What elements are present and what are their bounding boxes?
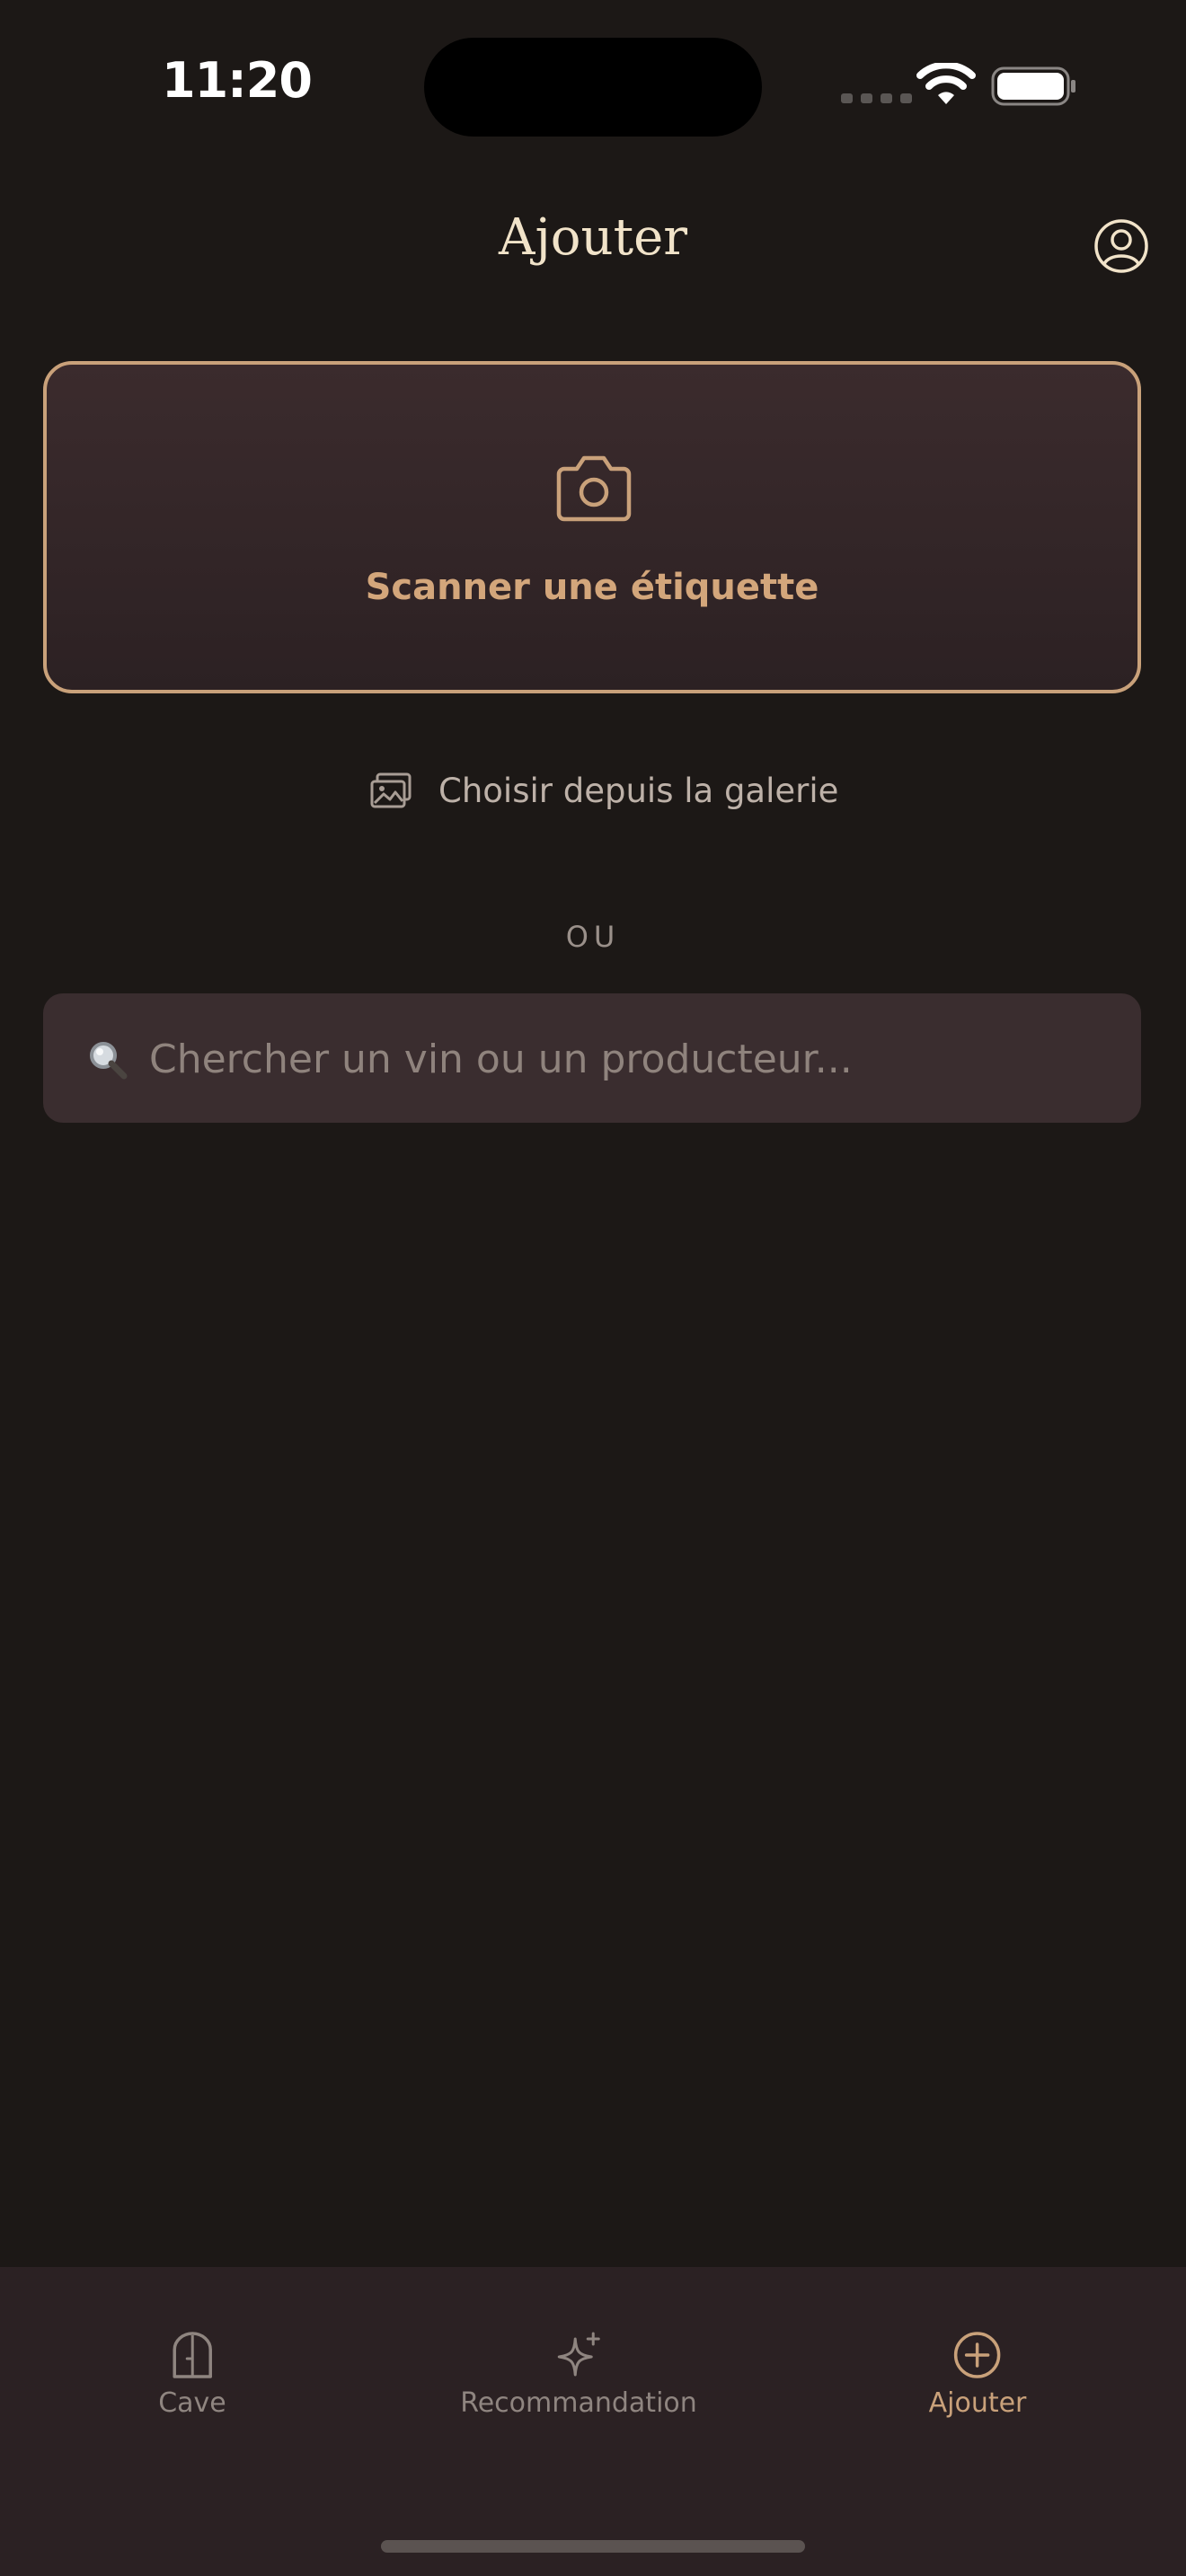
tab-cave-label: Cave (158, 2387, 226, 2419)
profile-icon[interactable] (1093, 217, 1150, 275)
tab-cave[interactable]: Cave (158, 2330, 226, 2419)
gallery-label: Choisir depuis la galerie (438, 771, 839, 810)
tab-recommandation-label: Recommandation (460, 2387, 697, 2419)
cellar-door-icon (173, 2332, 212, 2378)
magnifying-glass-icon (90, 1042, 128, 1080)
tab-ajouter-label: Ajouter (928, 2387, 1027, 2419)
camera-icon (556, 455, 632, 522)
scan-label-text: Scanner une étiquette (365, 567, 819, 608)
wifi-icon (916, 63, 976, 104)
sparkle-icon (557, 2332, 600, 2377)
scan-label-button[interactable]: Scanner une étiquette (43, 361, 1141, 693)
cellular-signal-icon (841, 93, 912, 103)
photo-gallery-icon (370, 772, 412, 808)
home-indicator (381, 2540, 805, 2553)
page-title: Ajouter (499, 208, 687, 267)
or-divider: OU (565, 920, 621, 954)
status-bar: 11:20 (0, 0, 1186, 171)
status-time: 11:20 (162, 52, 313, 109)
tab-ajouter[interactable]: Ajouter (928, 2330, 1027, 2419)
tab-bar: Cave Recommandation Ajouter (0, 2267, 1186, 2576)
tab-recommandation[interactable]: Recommandation (460, 2330, 697, 2419)
dynamic-island (424, 38, 762, 137)
plus-circle-icon (954, 2332, 1001, 2378)
battery-icon (991, 66, 1075, 106)
choose-from-gallery-button[interactable]: Choisir depuis la galerie (370, 765, 838, 816)
search-input[interactable] (147, 1026, 1103, 1092)
search-box[interactable] (43, 993, 1141, 1123)
